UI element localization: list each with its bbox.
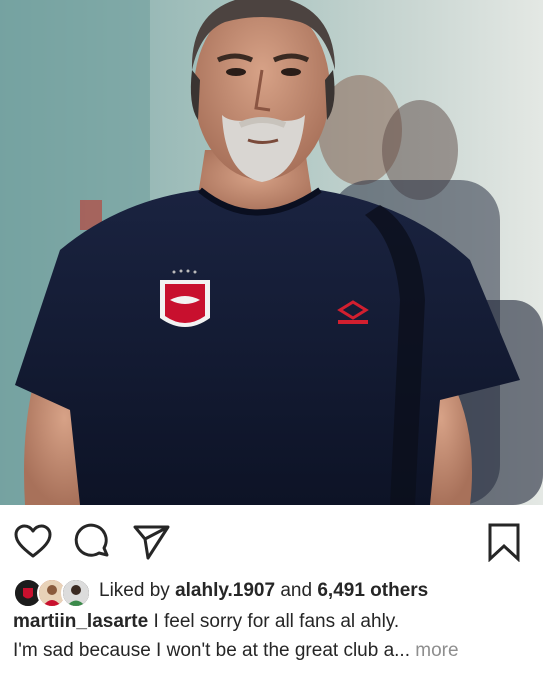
more-link[interactable]: more	[410, 640, 458, 661]
caption-username-link[interactable]: martiin_lasarte	[13, 611, 148, 632]
liked-by-prefix: Liked by	[99, 580, 170, 601]
caption-text-line-2: I'm sad because I won't be at the great …	[13, 640, 395, 661]
liked-by-user-link[interactable]: alahly.1907	[175, 580, 275, 602]
bookmark-icon[interactable]	[484, 522, 524, 563]
caption-text-line-1: I feel sorry for all fans al ahly.	[148, 611, 400, 632]
avatar[interactable]	[61, 578, 91, 608]
liker-avatars[interactable]	[13, 577, 93, 608]
likes-summary: Liked by alahly.1907 and 6,491 others	[13, 576, 428, 608]
post-caption: martiin_lasarte I feel sorry for all fan…	[13, 607, 533, 665]
instagram-post: Liked by alahly.1907 and 6,491 others ma…	[0, 0, 543, 674]
caption-ellipsis: ...	[394, 640, 410, 661]
post-photo-illustration	[0, 0, 543, 505]
post-photo[interactable]	[0, 0, 543, 505]
liked-by-connector: and	[280, 580, 313, 601]
comment-icon[interactable]	[72, 522, 112, 562]
caption-line-2: I'm sad because I won't be at the great …	[13, 636, 533, 665]
action-bar	[0, 505, 543, 575]
heart-icon[interactable]	[13, 522, 53, 562]
send-icon[interactable]	[131, 522, 171, 562]
caption-line-1: martiin_lasarte I feel sorry for all fan…	[13, 607, 533, 636]
likes-count-link[interactable]: 6,491 others	[317, 580, 428, 602]
